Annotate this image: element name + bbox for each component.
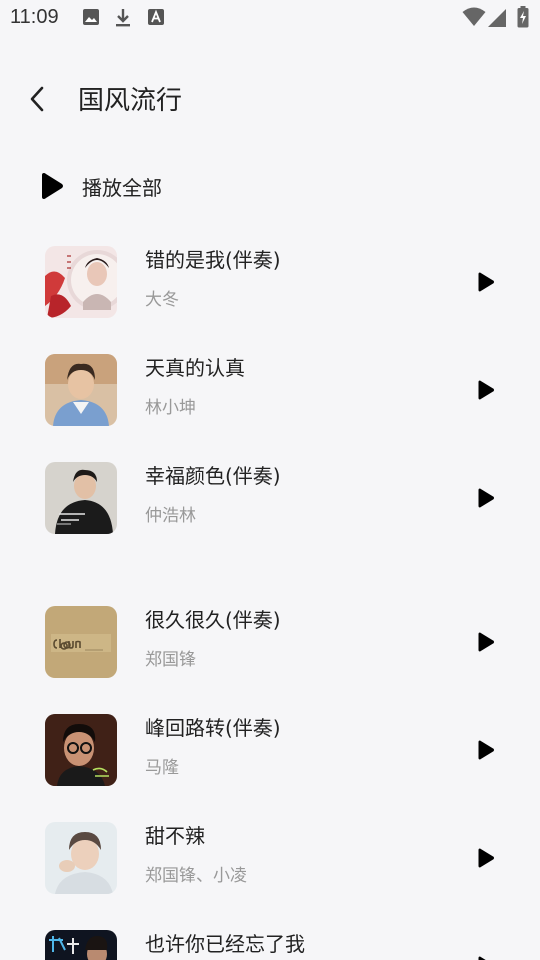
playlist-screen: 11:09 国风流行 播放全部 错的是我(伴奏) 大冬 天真的认真 林小坤 幸福… [0,0,540,960]
album-cover [45,822,117,894]
download-icon [114,8,132,28]
battery-charging-icon [517,6,529,28]
play-icon [478,272,495,292]
song-title: 也许你已经忘了我 [145,932,305,956]
play-all-label: 播放全部 [82,175,162,200]
song-play-button[interactable] [472,736,500,764]
song-row[interactable]: 甜不辣 郑国锋、小凌 [0,818,540,898]
song-row[interactable]: 也许你已经忘了我 [0,926,540,960]
song-title: 幸福颜色(伴奏) [145,464,281,488]
play-icon [40,171,70,201]
play-icon [478,956,486,960]
song-title: 天真的认真 [145,356,245,380]
image-icon [82,8,100,26]
play-icon [478,632,495,652]
song-play-button[interactable] [472,952,500,960]
song-artist: 仲浩林 [145,506,196,526]
play-icon [478,848,495,868]
song-title: 甜不辣 [145,824,205,848]
font-icon [147,8,165,26]
song-title: 错的是我(伴奏) [145,248,281,272]
song-artist: 郑国锋、小凌 [145,866,247,886]
signal-icon [487,8,507,28]
song-play-button[interactable] [472,844,500,872]
song-play-button[interactable] [472,484,500,512]
status-time: 11:09 [10,6,59,28]
status-bar: 11:09 [0,0,540,36]
play-icon [478,488,495,508]
song-title: 很久很久(伴奏) [145,608,281,632]
song-row[interactable]: 幸福颜色(伴奏) 仲浩林 [0,458,540,538]
song-artist: 马隆 [145,758,179,778]
album-cover [45,462,117,534]
song-artist: 大冬 [145,290,179,310]
song-artist: 郑国锋 [145,650,196,670]
album-cover [45,714,117,786]
play-icon [478,380,495,400]
song-row[interactable]: 很久很久(伴奏) 郑国锋 [0,602,540,682]
song-play-button[interactable] [472,268,500,296]
album-cover [45,354,117,426]
song-play-button[interactable] [472,628,500,656]
wifi-icon [462,7,486,27]
song-play-button[interactable] [472,376,500,404]
song-row[interactable]: 天真的认真 林小坤 [0,350,540,430]
page-title: 国风流行 [78,86,183,116]
song-artist: 林小坤 [145,398,196,418]
song-row[interactable]: 错的是我(伴奏) 大冬 [0,242,540,322]
play-icon [478,740,495,760]
album-cover [45,246,117,318]
song-row[interactable]: 峰回路转(伴奏) 马隆 [0,710,540,790]
album-cover [45,930,117,960]
chevron-left-icon [30,86,44,112]
play-all-button[interactable]: 播放全部 [40,168,162,204]
song-title: 峰回路转(伴奏) [145,716,281,740]
album-cover [45,606,117,678]
back-button[interactable] [22,84,52,114]
